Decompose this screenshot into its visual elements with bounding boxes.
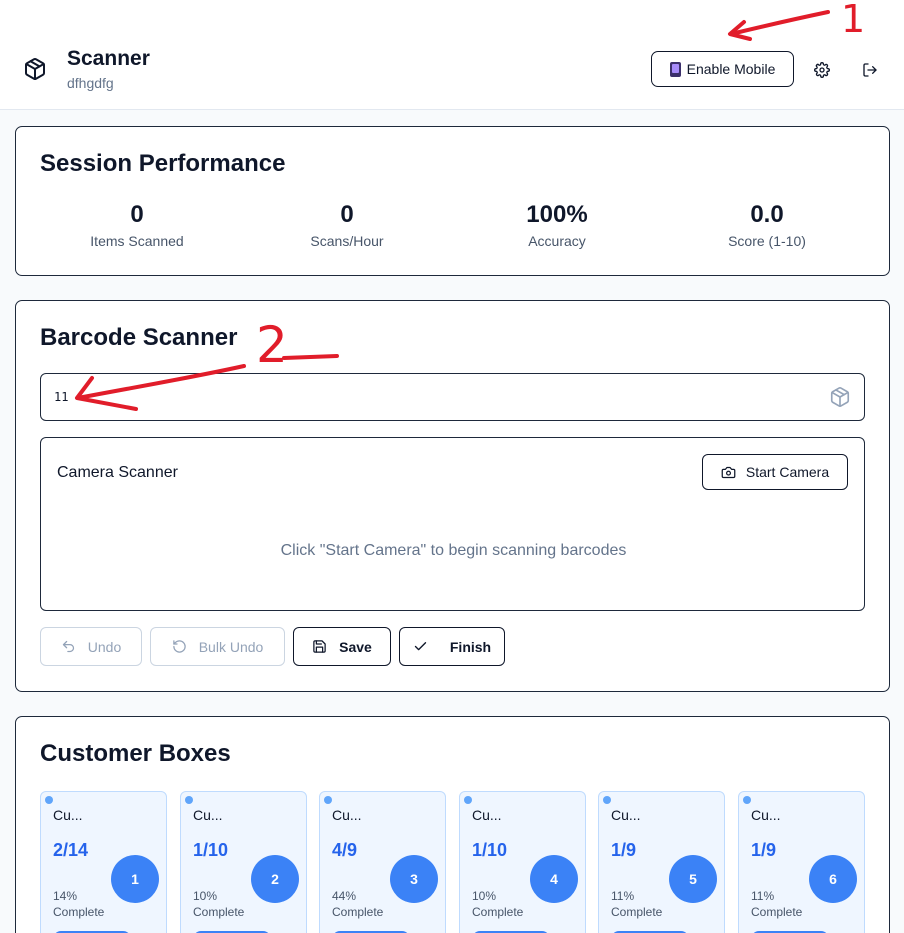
box-complete-label: Complete [611, 905, 663, 919]
camera-icon [721, 466, 736, 478]
box-count: 2/14 [53, 840, 89, 860]
check-icon [414, 642, 427, 651]
customer-box-tile[interactable]: Cu... 2/14 1 14% Complete [40, 791, 167, 933]
box-name: Cu... [472, 807, 502, 823]
box-percent: 10% [193, 889, 218, 903]
customer-box-tile[interactable]: Cu... 1/10 4 10% Complete [459, 791, 586, 933]
status-dot [603, 796, 611, 804]
stat-value: 100% [526, 201, 588, 228]
barcode-scanner-title: Barcode Scanner [40, 324, 238, 351]
box-complete-label: Complete [193, 905, 245, 919]
session-performance-title: Session Performance [40, 150, 286, 177]
box-number-badge: 5 [669, 855, 717, 903]
status-dot [464, 796, 472, 804]
rotate-ccw-icon [172, 640, 186, 653]
stat-label: Items Scanned [90, 233, 184, 249]
logout-icon [863, 63, 877, 77]
mobile-phone-icon [669, 61, 681, 77]
box-name: Cu... [53, 807, 83, 823]
box-complete-label: Complete [472, 905, 524, 919]
box-count: 1/10 [472, 840, 508, 860]
box-number-badge: 1 [111, 855, 159, 903]
box-count: 4/9 [332, 840, 358, 860]
box-name: Cu... [193, 807, 223, 823]
box-name: Cu... [332, 807, 362, 823]
stat-value: 0 [130, 201, 144, 228]
stat-accuracy: 100% Accuracy [457, 201, 657, 249]
package-icon [25, 58, 45, 80]
status-dot [45, 796, 53, 804]
finish-label: Finish [449, 638, 492, 655]
bulk-undo-label: Bulk Undo [198, 638, 264, 655]
box-count: 1/9 [611, 840, 637, 860]
box-percent: 44% [332, 889, 357, 903]
page-title: Scanner [67, 47, 150, 70]
box-number-badge: 4 [530, 855, 578, 903]
box-complete-label: Complete [53, 905, 105, 919]
start-camera-label: Start Camera [745, 464, 830, 480]
undo-button[interactable]: Undo [40, 627, 142, 666]
start-camera-button[interactable]: Start Camera [702, 454, 848, 490]
status-dot [185, 796, 193, 804]
stat-label: Score (1-10) [728, 233, 806, 249]
customer-box-tile[interactable]: Cu... 1/10 2 10% Complete [180, 791, 307, 933]
save-icon [313, 640, 326, 653]
status-dot [324, 796, 332, 804]
stat-scans-per-hour: 0 Scans/Hour [247, 201, 447, 249]
box-count: 1/10 [193, 840, 229, 860]
enable-mobile-label: Enable Mobile [686, 61, 776, 77]
enable-mobile-button[interactable]: Enable Mobile [651, 51, 794, 87]
customer-boxes-title: Customer Boxes [40, 740, 231, 767]
bulk-undo-button[interactable]: Bulk Undo [150, 627, 285, 666]
customer-box-tile[interactable]: Cu... 1/9 5 11% Complete [598, 791, 725, 933]
box-name: Cu... [751, 807, 781, 823]
barcode-input[interactable] [40, 373, 865, 421]
stat-label: Accuracy [528, 233, 586, 249]
box-complete-label: Complete [751, 905, 803, 919]
box-percent: 11% [751, 889, 775, 903]
stat-value: 0.0 [750, 201, 784, 228]
box-percent: 11% [611, 889, 635, 903]
customer-box-tile[interactable]: Cu... 4/9 3 44% Complete [319, 791, 446, 933]
app-header: Scanner dfhgdfg Enable Mobile [0, 0, 904, 110]
box-number-badge: 3 [390, 855, 438, 903]
page-subtitle: dfhgdfg [67, 75, 114, 91]
package-icon [830, 387, 850, 407]
stat-value: 0 [340, 201, 354, 228]
camera-hint: Click "Start Camera" to begin scanning b… [280, 542, 627, 559]
stat-label: Scans/Hour [310, 233, 384, 249]
box-number-badge: 2 [251, 855, 299, 903]
stat-score: 0.0 Score (1-10) [667, 201, 867, 249]
box-name: Cu... [611, 807, 641, 823]
session-performance-card: Session Performance 0 Items Scanned 0 Sc… [15, 126, 890, 276]
status-dot [743, 796, 751, 804]
logout-button[interactable] [858, 58, 882, 82]
undo-label: Undo [87, 638, 122, 655]
undo-icon [62, 640, 74, 653]
box-number-badge: 6 [809, 855, 857, 903]
customer-box-tile[interactable]: Cu... 1/9 6 11% Complete [738, 791, 865, 933]
box-percent: 10% [472, 889, 497, 903]
barcode-scanner-card: Barcode Scanner Camera Scanner Start Cam… [15, 300, 890, 692]
box-complete-label: Complete [332, 905, 384, 919]
camera-scanner-title: Camera Scanner [57, 464, 178, 481]
finish-button[interactable]: Finish [399, 627, 505, 666]
save-label: Save [339, 638, 372, 655]
stat-items-scanned: 0 Items Scanned [37, 201, 237, 249]
customer-boxes-card: Customer Boxes Cu... 2/14 1 14% Complete… [15, 716, 890, 933]
gear-icon [814, 62, 830, 78]
settings-button[interactable] [810, 58, 834, 82]
box-percent: 14% [53, 889, 78, 903]
box-count: 1/9 [751, 840, 777, 860]
camera-scanner-panel: Camera Scanner Start Camera Click "Start… [40, 437, 865, 611]
save-button[interactable]: Save [293, 627, 391, 666]
